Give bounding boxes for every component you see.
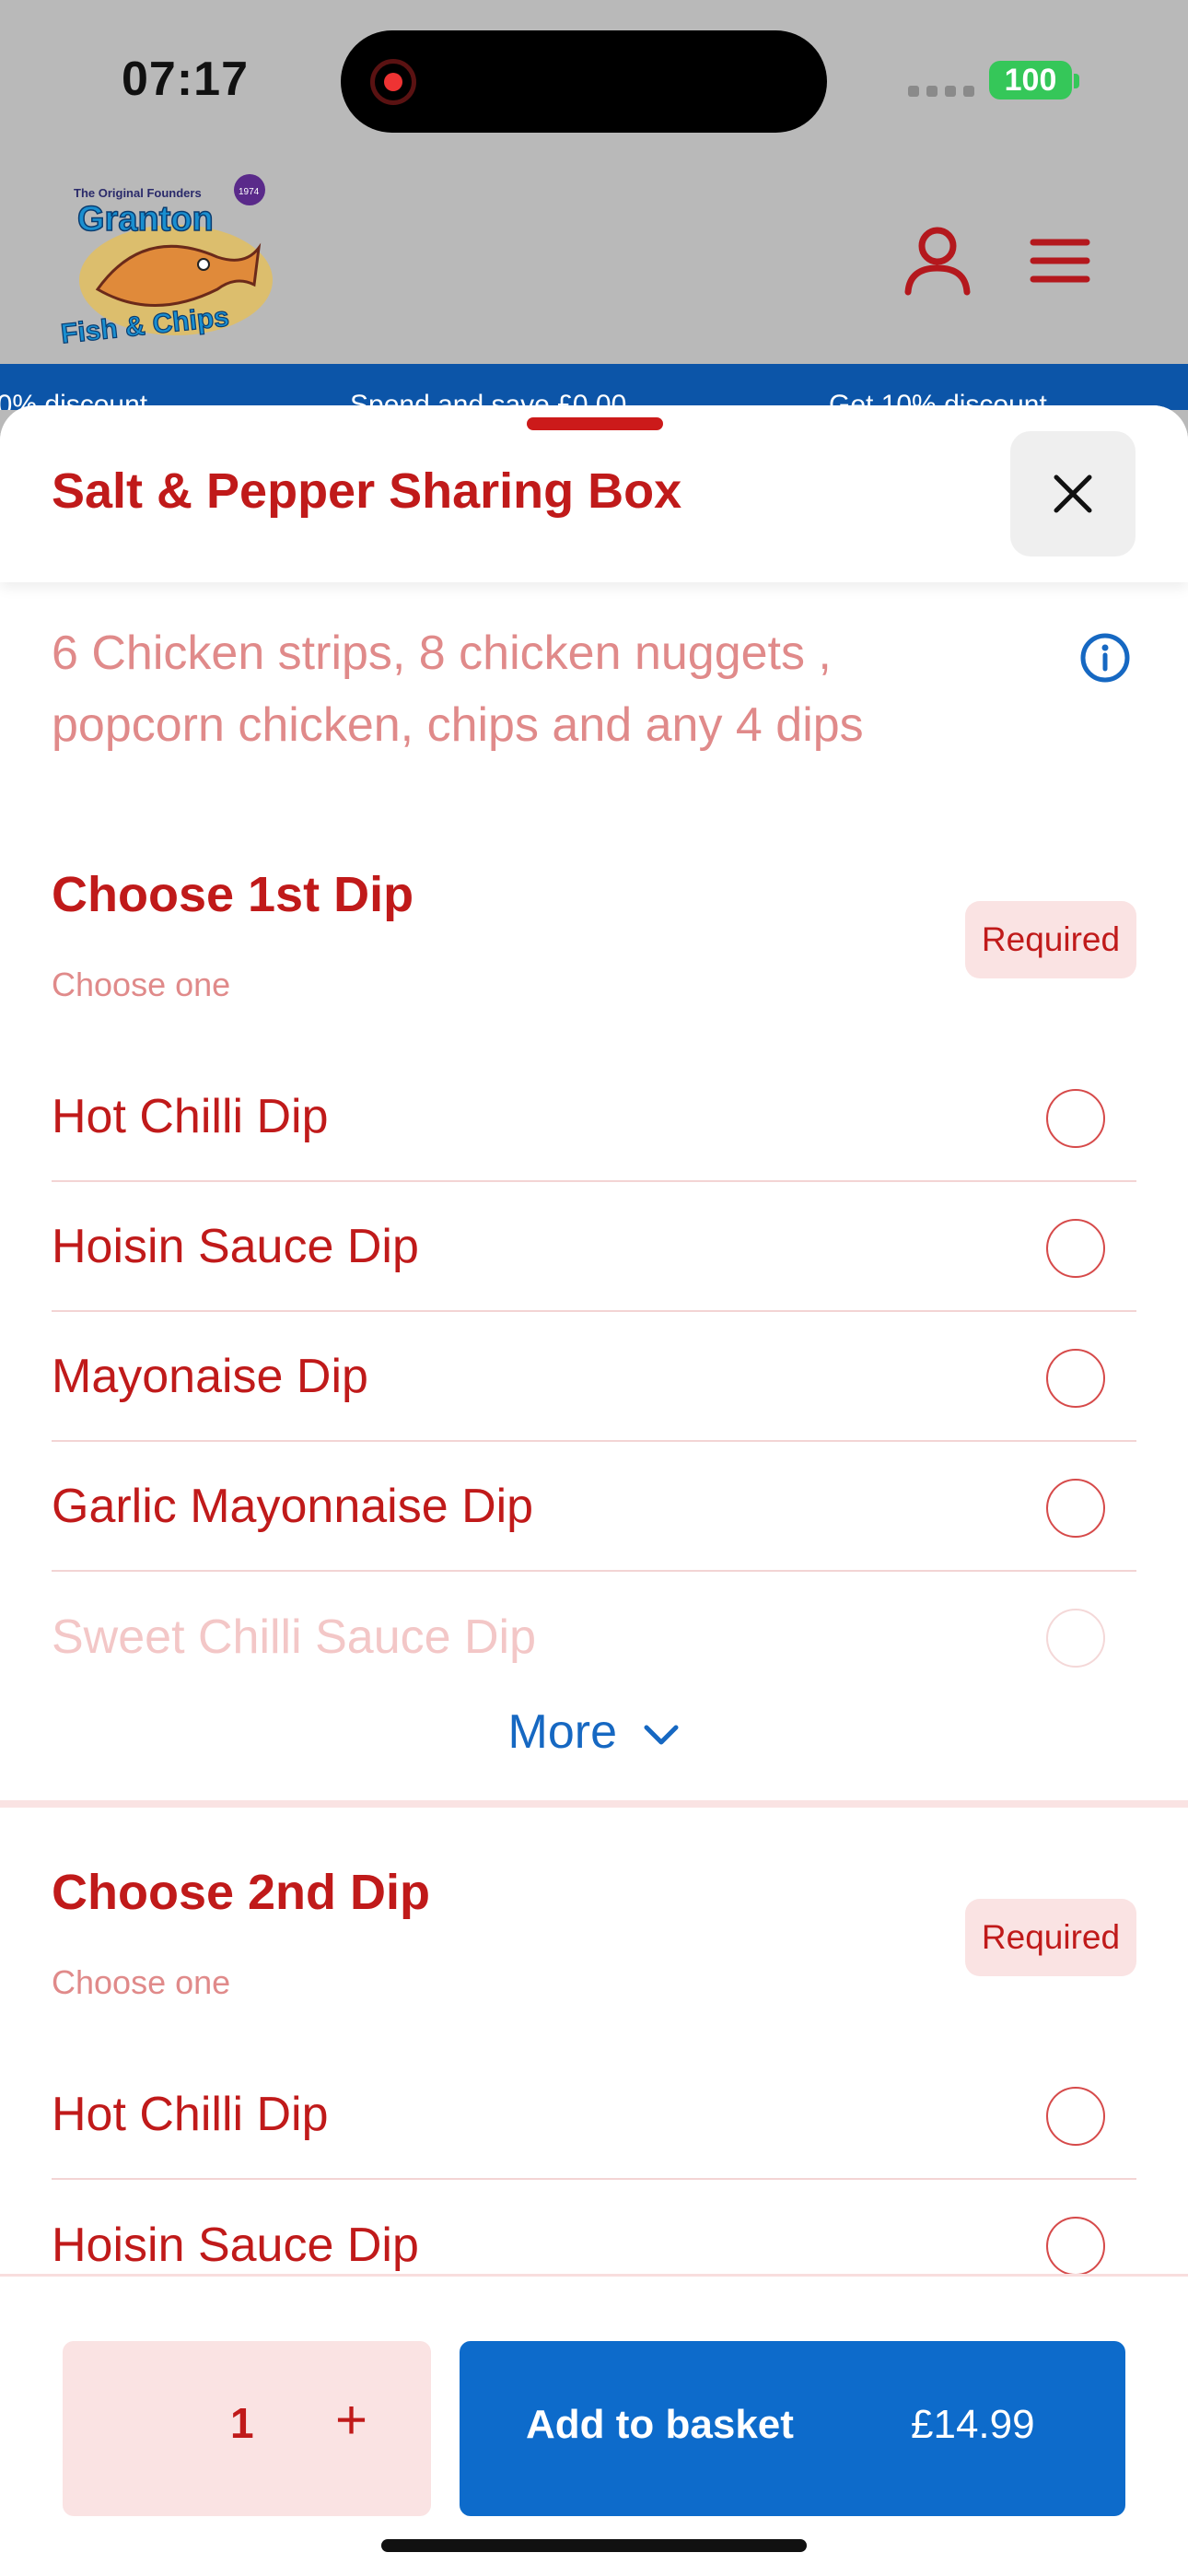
option-label: Sweet Chilli Sauce Dip [52, 1610, 537, 1664]
more-button[interactable]: More [0, 1704, 1188, 1760]
radio-button[interactable] [1046, 1219, 1105, 1278]
battery-tip [1074, 74, 1079, 88]
option-label: Garlic Mayonnaise Dip [52, 1479, 534, 1533]
add-to-basket-button[interactable]: Add to basket £14.99 [460, 2341, 1125, 2516]
promo-strip: 10% discount Spend and save £0.00 Get 10… [0, 364, 1188, 410]
radio-button[interactable] [1046, 1349, 1105, 1408]
option-label: Hot Chilli Dip [52, 1089, 329, 1143]
add-to-basket-label: Add to basket [526, 2402, 794, 2447]
user-icon[interactable] [903, 226, 973, 300]
group-subtitle: Choose one [52, 966, 231, 1003]
required-badge: Required [965, 1899, 1136, 1976]
status-time: 07:17 [122, 53, 249, 106]
item-description: 6 Chicken strips, 8 chicken nuggets , po… [52, 626, 864, 752]
option-row[interactable]: Hot Chilli Dip [52, 2050, 1136, 2180]
group-title: Choose 1st Dip [52, 867, 414, 922]
logo-tagline: The Original Founders [74, 186, 202, 200]
basket-footer: 1 + Add to basket £14.99 [0, 2274, 1188, 2576]
option-label: Hoisin Sauce Dip [52, 2218, 419, 2272]
radio-button[interactable] [1046, 1609, 1105, 1668]
status-bar: 07:17 100 [0, 0, 1188, 157]
section-divider [0, 1800, 1188, 1808]
logo-name: Granton [77, 200, 214, 239]
radio-button[interactable] [1046, 2087, 1105, 2146]
option-label: Hot Chilli Dip [52, 2087, 329, 2141]
sheet-header: Salt & Pepper Sharing Box [0, 405, 1188, 582]
brand-logo[interactable]: The Original Founders Granton Fish & Chi… [59, 170, 291, 354]
option-row[interactable]: Hoisin Sauce Dip [52, 1182, 1136, 1312]
option-row[interactable]: Sweet Chilli Sauce Dip [52, 1572, 1136, 1702]
info-icon[interactable] [1079, 632, 1131, 688]
logo-year: 1974 [239, 187, 260, 197]
radio-button[interactable] [1046, 1479, 1105, 1538]
radio-button[interactable] [1046, 1089, 1105, 1148]
record-icon [370, 59, 416, 105]
option-row[interactable]: Hot Chilli Dip [52, 1052, 1136, 1182]
required-badge: Required [965, 901, 1136, 978]
battery-icon: 100 [989, 61, 1072, 100]
group-subtitle: Choose one [52, 1963, 231, 2001]
close-icon [1054, 474, 1092, 513]
option-label: Mayonaise Dip [52, 1349, 368, 1403]
close-button[interactable] [1010, 431, 1136, 556]
radio-button[interactable] [1046, 2217, 1105, 2276]
group-title: Choose 2nd Dip [52, 1865, 431, 1920]
option-label: Hoisin Sauce Dip [52, 1219, 419, 1273]
item-title: Salt & Pepper Sharing Box [52, 463, 682, 519]
more-label: More [507, 1705, 618, 1759]
home-indicator [381, 2539, 807, 2552]
option-row[interactable]: Mayonaise Dip [52, 1312, 1136, 1442]
drag-handle[interactable] [527, 417, 663, 430]
increment-button[interactable]: + [335, 2393, 367, 2448]
option-row[interactable]: Garlic Mayonnaise Dip [52, 1442, 1136, 1572]
menu-icon[interactable] [1030, 238, 1090, 288]
chevron-down-icon [644, 1725, 679, 1745]
item-detail-sheet: Salt & Pepper Sharing Box 6 Chicken stri… [0, 405, 1188, 2576]
quantity-value: 1 [230, 2399, 254, 2447]
signal-icon [908, 86, 974, 97]
price-label: £14.99 [911, 2402, 1035, 2447]
quantity-stepper[interactable]: 1 + [63, 2341, 431, 2516]
dynamic-island [341, 30, 827, 133]
